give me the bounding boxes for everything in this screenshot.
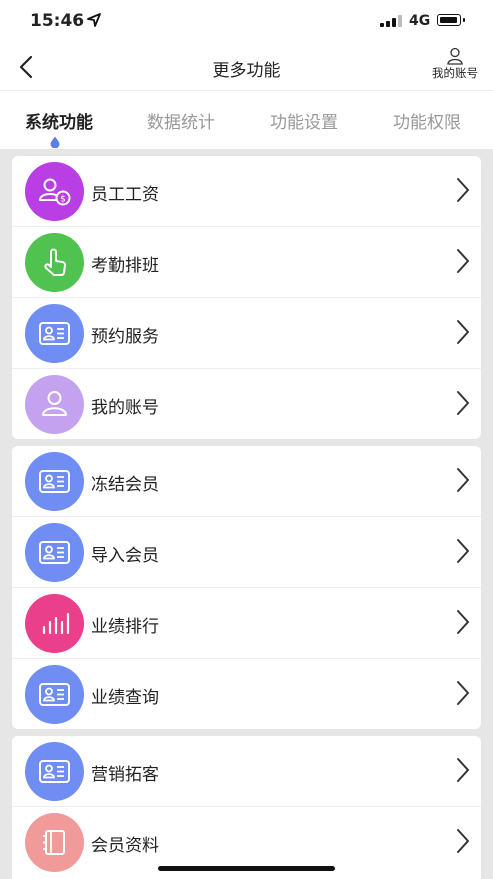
tab-bar: 系统功能 数据统计 功能设置 功能权限: [0, 90, 493, 149]
home-indicator: [158, 866, 335, 871]
svg-text:$: $: [60, 195, 66, 205]
active-tab-indicator: [49, 133, 61, 149]
user-icon: [25, 375, 84, 434]
status-time: 15:46: [30, 11, 85, 31]
chevron-right-icon: [455, 318, 471, 350]
function-group-2: 冻结会员 导入会员 业绩排行 业绩查询: [12, 446, 481, 729]
list-item-label: 营销拓客: [91, 765, 159, 785]
salary-icon: $: [25, 162, 84, 221]
my-account-label: 我的账号: [432, 66, 478, 80]
list-item-my-account[interactable]: 我的账号: [12, 369, 481, 439]
list-item-attendance-scheduling[interactable]: 考勤排班: [12, 227, 481, 298]
function-group-3: 营销拓客 会员资料: [12, 736, 481, 879]
list-item-label: 导入会员: [91, 546, 159, 566]
nav-bar: 更多功能 我的账号: [0, 44, 493, 90]
list-item-label: 业绩查询: [91, 688, 159, 708]
tab-function-permissions[interactable]: 功能权限: [393, 108, 461, 133]
list-item-label: 冻结会员: [91, 475, 159, 495]
network-type: 4G: [409, 13, 431, 29]
list-item-label: 考勤排班: [91, 256, 159, 276]
chevron-right-icon: [455, 466, 471, 498]
bar-chart-icon: [25, 594, 84, 653]
id-card-icon: [25, 304, 84, 363]
status-bar: 15:46 4G: [0, 0, 493, 44]
signal-icon: [380, 15, 402, 27]
list-item-label: 预约服务: [91, 327, 159, 347]
chevron-right-icon: [455, 827, 471, 859]
list-item-marketing-outreach[interactable]: 营销拓客: [12, 736, 481, 807]
chevron-right-icon: [455, 537, 471, 569]
id-card-icon: [25, 742, 84, 801]
list-item-import-member[interactable]: 导入会员: [12, 517, 481, 588]
my-account-button[interactable]: 我的账号: [420, 47, 490, 87]
battery-icon: [437, 14, 465, 26]
list-item-label: 业绩排行: [91, 617, 159, 637]
id-card-icon: [25, 665, 84, 724]
location-arrow-icon: [87, 12, 101, 31]
id-card-icon: [25, 452, 84, 511]
list-item-employee-salary[interactable]: $ 员工工资: [12, 156, 481, 227]
id-card-icon: [25, 523, 84, 582]
function-group-1: $ 员工工资 考勤排班 预约服务 我的账号: [12, 156, 481, 439]
tab-system-functions[interactable]: 系统功能: [25, 108, 93, 133]
list-item-label: 会员资料: [91, 836, 159, 856]
list-item-appointment-service[interactable]: 预约服务: [12, 298, 481, 369]
notebook-icon: [25, 813, 84, 872]
tap-hand-icon: [25, 233, 84, 292]
user-outline-icon: [447, 47, 463, 65]
list-item-label: 我的账号: [91, 398, 159, 418]
tab-function-settings[interactable]: 功能设置: [270, 108, 338, 133]
chevron-right-icon: [455, 756, 471, 788]
list-item-freeze-member[interactable]: 冻结会员: [12, 446, 481, 517]
tab-data-statistics[interactable]: 数据统计: [147, 108, 215, 133]
chevron-right-icon: [455, 389, 471, 421]
list-item-performance-query[interactable]: 业绩查询: [12, 659, 481, 729]
list-item-performance-ranking[interactable]: 业绩排行: [12, 588, 481, 659]
chevron-right-icon: [455, 679, 471, 711]
list-item-label: 员工工资: [91, 185, 159, 205]
chevron-right-icon: [455, 176, 471, 208]
chevron-right-icon: [455, 247, 471, 279]
chevron-right-icon: [455, 608, 471, 640]
